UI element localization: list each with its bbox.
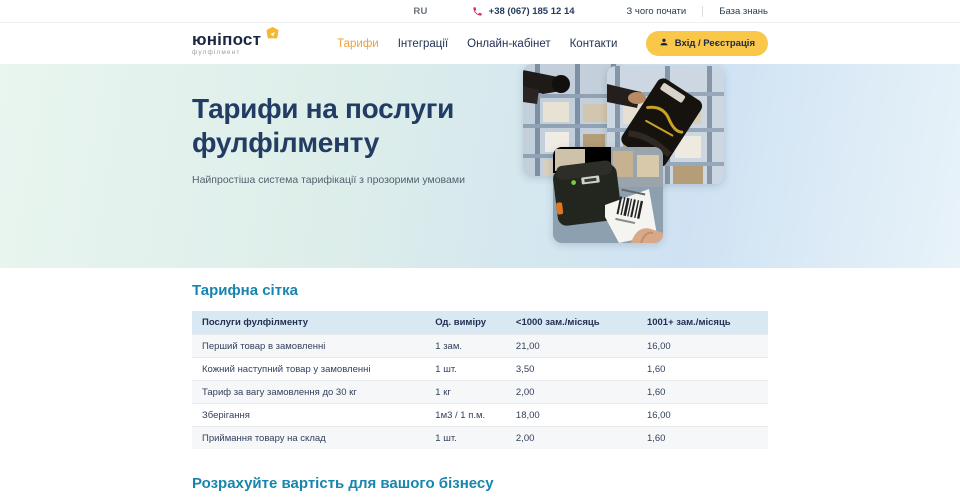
cell-unit: 1 шт. xyxy=(425,427,506,450)
table-header-row: Послуги фулфілменту Од. виміру <1000 зам… xyxy=(192,311,768,335)
logo-subtitle: фулфілмент xyxy=(192,50,261,57)
login-register-label: Вхід / Реєстрація xyxy=(675,38,755,49)
cell-service: Приймання товару на склад xyxy=(192,427,425,450)
hero-title: Тарифи на послуги фулфілменту xyxy=(192,64,492,160)
cell-unit: 1 кг xyxy=(425,381,506,404)
main-content: Тарифна сітка Послуги фулфілменту Од. ви… xyxy=(0,282,960,502)
hero-section: Тарифи на послуги фулфілменту Найпростіш… xyxy=(0,64,960,268)
nav-links: Тарифи Інтеграції Онлайн-кабінет Контакт… xyxy=(337,38,617,50)
cell-price-high: 1,60 xyxy=(637,381,768,404)
col-header-under-1000: <1000 зам./місяць xyxy=(506,311,637,335)
cell-price-low: 2,00 xyxy=(506,427,637,450)
topbar-divider xyxy=(702,6,703,17)
col-header-over-1001: 1001+ зам./місяць xyxy=(637,311,768,335)
user-icon xyxy=(659,37,669,50)
table-row: Кожний наступний товар у замовленні 1 шт… xyxy=(192,358,768,381)
cell-unit: 1м3 / 1 п.м. xyxy=(425,404,506,427)
nav-item-online-cabinet[interactable]: Онлайн-кабінет xyxy=(467,38,550,50)
logo[interactable]: юніпост фулфілмент xyxy=(192,31,279,57)
cell-price-low: 18,00 xyxy=(506,404,637,427)
topbar: RU +38 (067) 185 12 14 З чого почати Баз… xyxy=(0,0,960,23)
cell-price-high: 16,00 xyxy=(637,335,768,358)
label-printer-barcode-photo xyxy=(553,147,663,243)
cell-price-high: 1,60 xyxy=(637,427,768,450)
pricing-table: Послуги фулфілменту Од. виміру <1000 зам… xyxy=(192,311,768,449)
phone-link[interactable]: +38 (067) 185 12 14 xyxy=(472,6,575,17)
nav-item-contacts[interactable]: Контакти xyxy=(570,38,618,50)
cell-price-low: 21,00 xyxy=(506,335,637,358)
cell-service: Тариф за вагу замовлення до 30 кг xyxy=(192,381,425,404)
table-row: Тариф за вагу замовлення до 30 кг 1 кг 2… xyxy=(192,381,768,404)
cell-price-high: 16,00 xyxy=(637,404,768,427)
col-header-unit: Од. виміру xyxy=(425,311,506,335)
phone-icon xyxy=(472,6,483,17)
table-row: Приймання товару на склад 1 шт. 2,00 1,6… xyxy=(192,427,768,450)
logo-wordmark: юніпост xyxy=(192,31,261,48)
cell-price-low: 2,00 xyxy=(506,381,637,404)
col-header-service: Послуги фулфілменту xyxy=(192,311,425,335)
language-selector[interactable]: RU xyxy=(413,6,427,17)
paper-plane-badge-icon xyxy=(266,27,279,44)
pricing-section-heading: Тарифна сітка xyxy=(192,282,768,299)
cell-service: Зберігання xyxy=(192,404,425,427)
nav-item-tariffs[interactable]: Тарифи xyxy=(337,38,379,50)
cell-unit: 1 шт. xyxy=(425,358,506,381)
cell-price-low: 3,50 xyxy=(506,358,637,381)
topbar-link-getting-started[interactable]: З чого почати xyxy=(627,6,687,17)
login-register-button[interactable]: Вхід / Реєстрація xyxy=(646,31,768,56)
cell-service: Перший товар в замовленні xyxy=(192,335,425,358)
nav-item-integrations[interactable]: Інтеграції xyxy=(398,38,448,50)
table-row: Перший товар в замовленні 1 зам. 21,00 1… xyxy=(192,335,768,358)
table-row: Зберігання 1м3 / 1 п.м. 18,00 16,00 xyxy=(192,404,768,427)
cell-service: Кожний наступний товар у замовленні xyxy=(192,358,425,381)
calculator-section-heading: Розрахуйте вартість для вашого бізнесу xyxy=(192,475,768,502)
cell-unit: 1 зам. xyxy=(425,335,506,358)
page: RU +38 (067) 185 12 14 З чого почати Баз… xyxy=(0,0,960,502)
topbar-link-knowledge-base[interactable]: База знань xyxy=(719,6,768,17)
phone-number: +38 (067) 185 12 14 xyxy=(489,6,575,17)
main-nav: юніпост фулфілмент Тарифи Інтеграції Онл… xyxy=(0,23,960,64)
cell-price-high: 1,60 xyxy=(637,358,768,381)
